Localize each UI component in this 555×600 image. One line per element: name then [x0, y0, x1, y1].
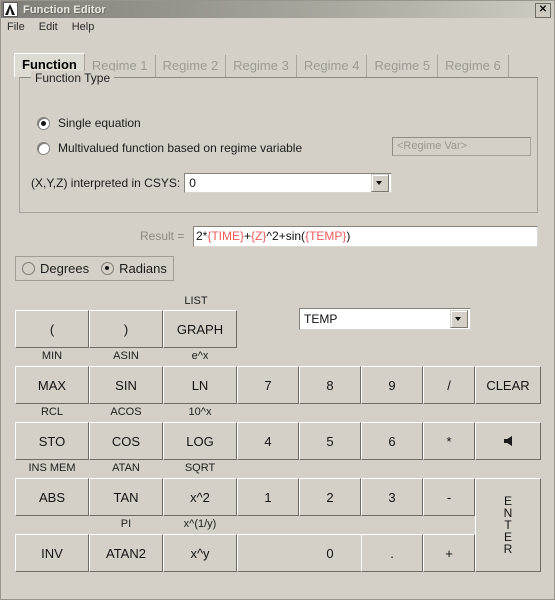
expression-token-4: ^2+sin( [266, 229, 306, 243]
button-inv[interactable]: INV [15, 534, 89, 572]
button-clear[interactable]: CLEAR [475, 366, 541, 404]
button-3[interactable]: 3 [361, 478, 423, 516]
button-divide[interactable]: / [423, 366, 475, 404]
variable-dropdown-value: TEMP [304, 312, 338, 326]
shift-label-pi: PI [120, 518, 132, 530]
radio-radians-label: Radians [119, 261, 167, 276]
radio-degrees[interactable]: Degrees [22, 261, 89, 276]
expression-token-3: {Z} [251, 229, 267, 243]
chevron-down-icon[interactable] [450, 310, 468, 328]
button-abs[interactable]: ABS [15, 478, 89, 516]
button-sin[interactable]: SIN [89, 366, 163, 404]
radio-degrees-indicator[interactable] [22, 262, 35, 275]
button-8[interactable]: 8 [299, 366, 361, 404]
button-6[interactable]: 6 [361, 422, 423, 460]
function-editor-window: Function Editor ✕ File Edit Help Functio… [0, 0, 555, 600]
button-decimal-point[interactable]: . [361, 534, 423, 572]
result-expression-input[interactable]: 2*{TIME}+{Z}^2+sin({TEMP}) [193, 226, 538, 247]
button-left-paren[interactable]: ( [15, 310, 89, 348]
button-plus[interactable]: + [423, 534, 475, 572]
button-7[interactable]: 7 [237, 366, 299, 404]
shift-label-ins-mem: INS MEM [28, 462, 76, 474]
expression-token-5: {TEMP} [305, 229, 347, 243]
button-2[interactable]: 2 [299, 478, 361, 516]
shift-label-asin: ASIN [113, 350, 139, 362]
button-atan2[interactable]: ATAN2 [89, 534, 163, 572]
csys-dropdown[interactable]: 0 [184, 173, 393, 193]
button-x-squared[interactable]: x^2 [163, 478, 237, 516]
button-max[interactable]: MAX [15, 366, 89, 404]
csys-row: (X,Y,Z) interpreted in CSYS: 0 [31, 173, 393, 193]
csys-dropdown-value: 0 [189, 176, 196, 190]
backspace-arrow-icon [504, 436, 512, 446]
tab-regime-6[interactable]: Regime 6 [438, 55, 509, 77]
radio-degrees-label: Degrees [40, 261, 90, 276]
menu-item-file[interactable]: File [7, 21, 25, 33]
shift-label-rcl: RCL [40, 406, 63, 418]
button-graph[interactable]: GRAPH [163, 310, 237, 348]
shift-label-acos: ACOS [110, 406, 142, 418]
button-ln[interactable]: LN [163, 366, 237, 404]
shift-label-ten-to-x: 10^x [188, 406, 212, 418]
function-type-legend: Function Type [31, 71, 115, 85]
tab-regime-2[interactable]: Regime 2 [156, 55, 227, 77]
csys-label: (X,Y,Z) interpreted in CSYS: [31, 176, 181, 190]
shift-label-exp-x: e^x [191, 350, 209, 362]
regime-var-field[interactable]: <Regime Var> [392, 137, 531, 156]
expression-token-1: {TIME} [207, 229, 245, 243]
button-9[interactable]: 9 [361, 366, 423, 404]
shift-label-list: LIST [184, 295, 208, 307]
radio-multivalued-function[interactable]: Multivalued function based on regime var… [37, 141, 302, 155]
button-4[interactable]: 4 [237, 422, 299, 460]
button-backspace[interactable] [475, 422, 541, 460]
radio-multivalued-indicator[interactable] [37, 141, 50, 155]
variable-dropdown[interactable]: TEMP [299, 308, 471, 330]
button-sto[interactable]: STO [15, 422, 89, 460]
button-cos[interactable]: COS [89, 422, 163, 460]
expression-token-6: ) [346, 229, 351, 243]
expression-token-0: 2* [196, 229, 208, 243]
title-bar: Function Editor ✕ [1, 1, 554, 18]
menu-item-edit[interactable]: Edit [39, 21, 58, 33]
angle-mode-group: Degrees Radians [15, 256, 174, 281]
button-enter[interactable]: E N T E R [475, 478, 541, 572]
shift-label-sqrt: SQRT [184, 462, 216, 474]
shift-label-atan: ATAN [112, 462, 140, 474]
button-tan[interactable]: TAN [89, 478, 163, 516]
menu-item-help[interactable]: Help [72, 21, 95, 33]
button-minus[interactable]: - [423, 478, 475, 516]
shift-label-x-root-y: x^(1/y) [183, 518, 217, 530]
button-1[interactable]: 1 [237, 478, 299, 516]
tab-regime-5[interactable]: Regime 5 [367, 55, 439, 77]
button-multiply[interactable]: * [423, 422, 475, 460]
radio-single-equation-label: Single equation [58, 116, 141, 130]
enter-letter-4: R [503, 542, 513, 556]
button-right-paren[interactable]: ) [89, 310, 163, 348]
button-log[interactable]: LOG [163, 422, 237, 460]
chevron-down-icon[interactable] [371, 174, 390, 192]
close-icon[interactable]: ✕ [535, 3, 551, 18]
result-label: Result = [140, 229, 185, 243]
radio-radians[interactable]: Radians [101, 261, 167, 276]
peak-app-icon [3, 2, 18, 17]
radio-multivalued-label: Multivalued function based on regime var… [58, 141, 303, 155]
radio-radians-indicator[interactable] [101, 262, 115, 275]
tab-regime-4[interactable]: Regime 4 [297, 55, 368, 77]
radio-single-equation[interactable]: Single equation [37, 116, 141, 130]
radio-single-equation-indicator[interactable] [37, 116, 50, 130]
button-5[interactable]: 5 [299, 422, 361, 460]
menu-bar: File Edit Help [1, 19, 554, 35]
tab-regime-3[interactable]: Regime 3 [226, 55, 297, 77]
expression-token-2: + [244, 229, 252, 243]
button-x-to-the-y[interactable]: x^y [163, 534, 237, 572]
shift-label-min: MIN [41, 350, 63, 362]
window-title: Function Editor [23, 3, 106, 16]
